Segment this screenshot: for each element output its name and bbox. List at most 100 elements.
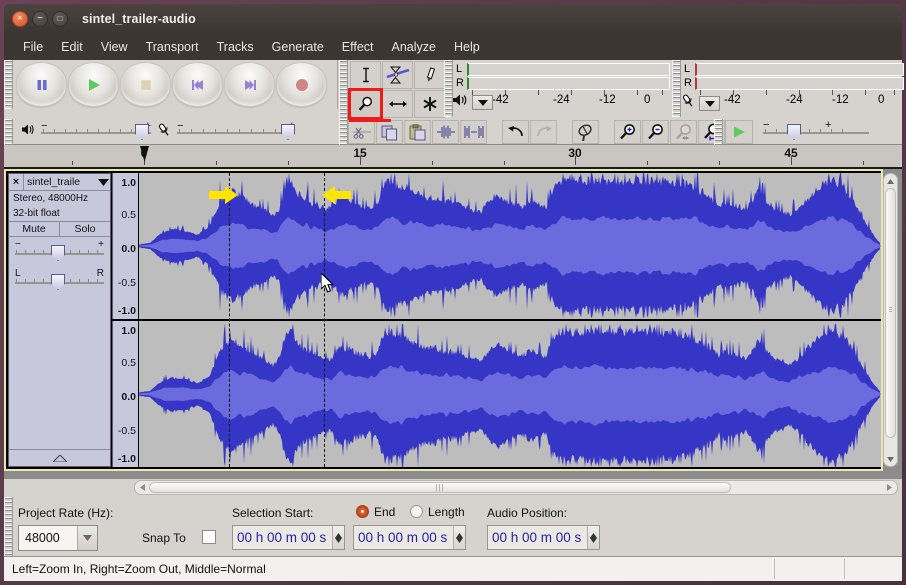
zoom-in-button[interactable] <box>614 120 641 144</box>
length-radio-button[interactable] <box>410 505 423 518</box>
vertical-scroll-thumb[interactable] <box>885 188 896 438</box>
record-meter-menu-button[interactable] <box>699 96 720 111</box>
solo-button[interactable]: Solo <box>60 222 110 236</box>
track-format-line2: 32-bit float <box>9 206 110 221</box>
transport-toolbar-grip[interactable] <box>4 60 13 109</box>
track-collapse-button[interactable] <box>9 449 110 466</box>
close-icon: × <box>17 14 23 24</box>
tools-toolbar <box>339 60 443 119</box>
end-radio-button[interactable] <box>356 505 369 518</box>
meter-left-bar <box>467 63 670 76</box>
scroll-up-arrow[interactable] <box>884 174 897 188</box>
menu-file[interactable]: File <box>14 37 52 57</box>
pan-slider-thumb[interactable] <box>51 274 65 290</box>
skip-end-button[interactable] <box>224 62 275 107</box>
playback-meter-left[interactable]: L <box>456 63 670 76</box>
playback-meter-right[interactable]: R <box>456 77 670 90</box>
scroll-right-arrow[interactable] <box>883 482 896 493</box>
output-volume-thumb[interactable] <box>135 124 149 140</box>
mute-button[interactable]: Mute <box>9 222 60 236</box>
project-rate-combo[interactable]: 48000 <box>18 525 98 551</box>
waveform-left-channel[interactable] <box>139 173 881 319</box>
cut-button[interactable] <box>348 120 375 144</box>
input-volume-slider[interactable]: − + <box>177 123 295 141</box>
play-at-speed-button[interactable] <box>725 120 753 144</box>
playback-meter-menu-button[interactable] <box>472 95 493 110</box>
vertical-scrollbar[interactable] <box>883 173 898 467</box>
selection-end-time[interactable]: 00 h 00 m 00 s <box>353 525 466 550</box>
trim-button[interactable] <box>432 120 459 144</box>
skip-start-button[interactable] <box>172 62 223 107</box>
minimize-window-button[interactable]: − <box>32 11 48 27</box>
horizontal-scroll-thumb[interactable]: ||| <box>149 482 731 493</box>
output-volume-slider[interactable]: − + <box>41 123 151 141</box>
timeline-ruler[interactable]: 0 15 30 45 <box>4 145 902 169</box>
multi-tool[interactable] <box>414 90 445 118</box>
track-menu-button[interactable] <box>96 179 110 186</box>
play-button[interactable] <box>68 62 119 107</box>
record-meter-right[interactable]: R <box>684 77 904 90</box>
selection-end-spinner[interactable] <box>453 526 465 549</box>
audio-position-time[interactable]: 00 h 00 m 00 s <box>487 525 600 550</box>
rec-meter-left-label: L <box>684 63 695 76</box>
play-speed-thumb[interactable] <box>787 124 801 140</box>
record-meter-left[interactable]: L <box>684 63 904 76</box>
edit-toolbar-grip[interactable] <box>339 119 348 145</box>
mouse-cursor <box>321 273 333 292</box>
vruler-l-2: 0.5 <box>121 209 136 221</box>
track-close-button[interactable]: × <box>9 174 24 190</box>
gain-slider-thumb[interactable] <box>51 245 65 261</box>
input-volume-thumb[interactable] <box>281 124 295 140</box>
snap-to-checkbox[interactable] <box>202 530 216 544</box>
selection-toolbar-grip[interactable] <box>4 497 13 556</box>
vertical-ruler-left-channel: 1.0 0.5 0.0 -0.5 -1.0 <box>112 173 138 319</box>
track-area: × sintel_traile Stereo, 48000Hz 32-bit f… <box>4 169 902 479</box>
pan-slider[interactable]: L R <box>15 270 104 290</box>
menu-view[interactable]: View <box>92 37 137 57</box>
pause-button[interactable] <box>16 62 67 107</box>
paste-button[interactable] <box>404 120 431 144</box>
horizontal-scrollbar[interactable]: ||| <box>134 480 898 495</box>
stop-button[interactable] <box>120 62 171 107</box>
maximize-window-button[interactable]: □ <box>52 11 68 27</box>
menu-help[interactable]: Help <box>445 37 489 57</box>
zoom-selection-fit-button[interactable] <box>572 120 599 144</box>
pan-right-label: R <box>97 268 104 279</box>
meter-right-label: R <box>456 77 467 90</box>
scroll-down-arrow[interactable] <box>884 452 897 466</box>
gain-slider[interactable]: − + <box>15 241 104 261</box>
selection-start-spinner[interactable] <box>332 526 344 549</box>
record-button[interactable] <box>276 62 327 107</box>
tools-toolbar-grip[interactable] <box>339 60 348 119</box>
envelope-tool[interactable] <box>382 61 413 89</box>
menu-edit[interactable]: Edit <box>52 37 92 57</box>
menu-effect[interactable]: Effect <box>333 37 383 57</box>
menu-generate[interactable]: Generate <box>263 37 333 57</box>
menu-transport[interactable]: Transport <box>137 37 208 57</box>
draw-tool[interactable] <box>414 61 445 89</box>
zoom-tool[interactable] <box>350 90 381 118</box>
close-window-button[interactable]: × <box>12 11 28 27</box>
project-rate-chevron-down-icon[interactable] <box>77 526 97 550</box>
audio-position-time-value: 00 h 00 m 00 s <box>488 530 582 545</box>
mixer-toolbar-grip[interactable] <box>4 119 13 145</box>
copy-button[interactable] <box>376 120 403 144</box>
scroll-left-arrow[interactable] <box>136 482 149 493</box>
waveform-right-channel[interactable] <box>139 321 881 467</box>
play-speed-slider[interactable]: − + <box>763 123 869 141</box>
audio-position-spinner[interactable] <box>587 526 599 549</box>
menu-analyze[interactable]: Analyze <box>383 37 445 57</box>
menu-bar: File Edit View Transport Tracks Generate… <box>4 33 902 60</box>
fit-selection-button[interactable] <box>670 120 697 144</box>
play-speed-grip[interactable] <box>714 119 723 145</box>
timeshift-tool[interactable] <box>382 90 413 118</box>
redo-button[interactable] <box>530 120 557 144</box>
zoom-out-button[interactable] <box>642 120 669 144</box>
undo-button[interactable] <box>502 120 529 144</box>
silence-button[interactable] <box>460 120 487 144</box>
selection-tool[interactable] <box>350 61 381 89</box>
menu-tracks[interactable]: Tracks <box>208 37 263 57</box>
vruler-r-3: 0.0 <box>121 391 136 403</box>
mixer-input-microphone-icon <box>156 122 172 143</box>
selection-start-time[interactable]: 00 h 00 m 00 s <box>232 525 345 550</box>
